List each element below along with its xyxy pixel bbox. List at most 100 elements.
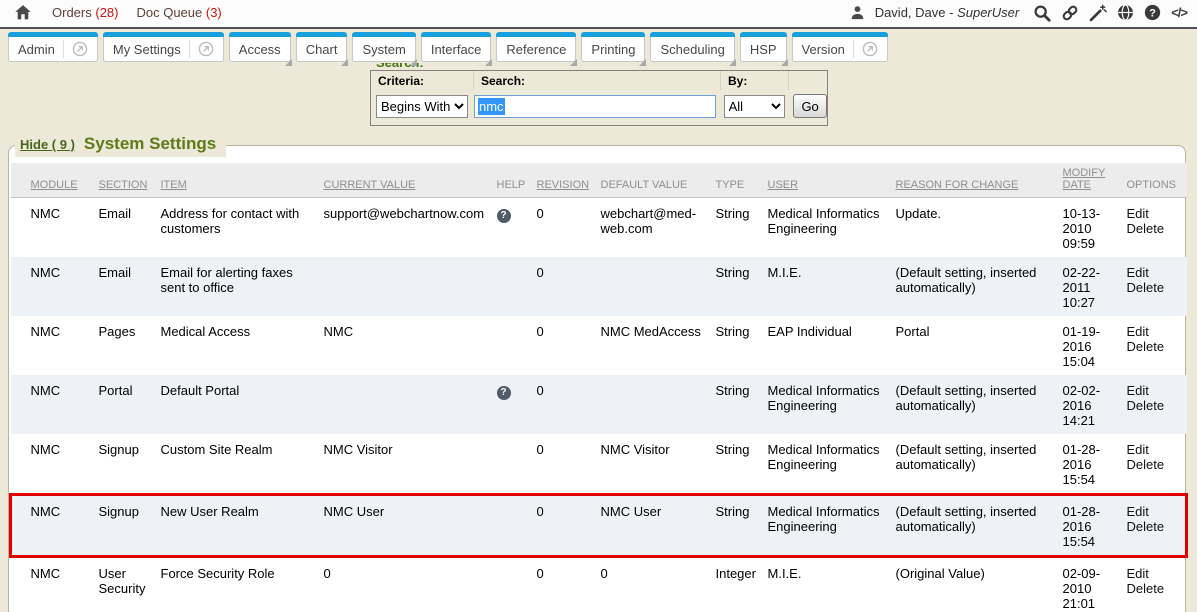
search-input-value: nmc (478, 98, 505, 115)
help-question-icon[interactable]: ? (497, 209, 511, 223)
criteria-select[interactable]: Begins With (376, 95, 468, 118)
cell-section: Email (99, 257, 161, 316)
delete-link[interactable]: Delete (1127, 221, 1177, 236)
col-modify-date[interactable]: MODIFY DATE (1063, 163, 1127, 198)
search-controls: Begins With nmc All Go (371, 90, 827, 125)
table-row-highlighted: NMC Signup New User Realm NMC User 0 NMC… (11, 495, 1187, 557)
help-question-icon[interactable]: ? (497, 386, 511, 400)
cell-type: String (716, 495, 768, 557)
col-module[interactable]: MODULE (31, 163, 99, 198)
home-icon[interactable] (14, 4, 32, 21)
cell-user: EAP Individual (768, 316, 896, 375)
help-icon[interactable]: ? (1144, 4, 1161, 21)
tab-admin[interactable]: Admin (8, 32, 98, 62)
table-header-row: MODULE SECTION ITEM CURRENT VALUE HELP R… (11, 163, 1187, 198)
edit-link[interactable]: Edit (1127, 265, 1177, 280)
by-select[interactable]: All (724, 95, 786, 118)
search-box-header: Criteria: Search: By: (371, 71, 827, 90)
globe-icon[interactable] (1117, 4, 1134, 21)
menu-corner-icon (781, 59, 788, 66)
cell-current-value: NMC User (324, 495, 497, 557)
col-default-value: DEFAULT VALUE (601, 163, 716, 198)
delete-link[interactable]: Delete (1127, 339, 1177, 354)
cell-modify-date: 02-02-2016 14:21 (1063, 375, 1127, 434)
delete-link[interactable]: Delete (1127, 519, 1176, 534)
delete-link[interactable]: Delete (1127, 457, 1177, 472)
tab-printing-label: Printing (591, 42, 635, 57)
edit-link[interactable]: Edit (1127, 566, 1177, 581)
cell-revision: 0 (537, 257, 601, 316)
cell-current-value (324, 257, 497, 316)
col-help: HELP (497, 163, 537, 198)
col-revision[interactable]: REVISION (537, 163, 601, 198)
nav-orders-count: (28) (95, 5, 118, 20)
tab-scheduling[interactable]: Scheduling (650, 32, 734, 62)
hide-link[interactable]: Hide ( 9 ) (20, 137, 75, 152)
cell-reason: (Default setting, inserted automatically… (896, 495, 1063, 557)
external-link-icon[interactable] (63, 40, 88, 58)
cell-section: Email (99, 198, 161, 258)
cell-user: Medical Informatics Engineering (768, 495, 896, 557)
cell-reason: Portal (896, 316, 1063, 375)
cell-current-value: NMC Visitor (324, 434, 497, 495)
tab-version[interactable]: Version (792, 32, 888, 62)
col-reason[interactable]: REASON FOR CHANGE (896, 163, 1063, 198)
external-link-icon[interactable] (853, 40, 878, 58)
tab-hsp[interactable]: HSP (740, 32, 787, 62)
cell-default-value: NMC Visitor (601, 434, 716, 495)
col-current-value[interactable]: CURRENT VALUE (324, 163, 497, 198)
edit-link[interactable]: Edit (1127, 442, 1177, 457)
criteria-label: Criteria: (371, 71, 474, 90)
edit-link[interactable]: Edit (1127, 504, 1176, 519)
cell-item: Default Portal (161, 375, 324, 434)
delete-link[interactable]: Delete (1127, 280, 1177, 295)
current-user[interactable]: David, Dave - SuperUser (875, 5, 1020, 20)
edit-link[interactable]: Edit (1127, 206, 1177, 221)
col-user[interactable]: USER (768, 163, 896, 198)
spacer-column (11, 163, 31, 198)
cell-revision: 0 (537, 495, 601, 557)
external-link-icon[interactable] (189, 40, 214, 58)
tab-chart[interactable]: Chart (296, 32, 348, 62)
cell-module: NMC (31, 495, 99, 557)
cell-modify-date: 10-13-2010 09:59 (1063, 198, 1127, 258)
menu-corner-icon (639, 59, 646, 66)
tab-printing[interactable]: Printing (581, 32, 645, 62)
wand-icon[interactable] (1089, 4, 1107, 22)
code-icon[interactable]: </> (1171, 5, 1187, 20)
settings-table: MODULE SECTION ITEM CURRENT VALUE HELP R… (9, 163, 1188, 612)
cell-revision: 0 (537, 557, 601, 612)
cell-module: NMC (31, 257, 99, 316)
col-section[interactable]: SECTION (99, 163, 161, 198)
nav-doc-queue-link[interactable]: Doc Queue (3) (136, 5, 221, 20)
col-options: OPTIONS (1127, 163, 1187, 198)
table-row: NMC User Security Force Security Role 0 … (11, 557, 1187, 612)
tab-my-settings[interactable]: My Settings (103, 32, 224, 62)
edit-link[interactable]: Edit (1127, 383, 1177, 398)
go-button[interactable]: Go (793, 94, 827, 118)
cell-section: Signup (99, 495, 161, 557)
delete-link[interactable]: Delete (1127, 398, 1177, 413)
delete-link[interactable]: Delete (1127, 581, 1177, 596)
tab-hsp-label: HSP (750, 42, 777, 57)
nav-orders-link[interactable]: Orders (28) (52, 5, 118, 20)
cell-modify-date: 01-28-2016 15:54 (1063, 495, 1127, 557)
col-item[interactable]: ITEM (161, 163, 324, 198)
tab-reference[interactable]: Reference (496, 32, 576, 62)
cell-reason: (Default setting, inserted automatically… (896, 375, 1063, 434)
tab-access[interactable]: Access (229, 32, 291, 62)
tab-interface[interactable]: Interface (421, 32, 492, 62)
tab-system[interactable]: System (352, 32, 415, 62)
search-icon[interactable] (1033, 4, 1051, 22)
cell-section: Portal (99, 375, 161, 434)
top-nav: Orders (28) Doc Queue (3) (52, 5, 222, 20)
cell-item: Email for alerting faxes sent to office (161, 257, 324, 316)
edit-link[interactable]: Edit (1127, 324, 1177, 339)
search-input[interactable]: nmc (474, 95, 716, 118)
cell-user: M.I.E. (768, 557, 896, 612)
tab-access-label: Access (239, 42, 281, 57)
cell-type: String (716, 198, 768, 258)
user-name: David, Dave - (875, 5, 954, 20)
link-icon[interactable] (1061, 4, 1079, 22)
table-row: NMC Pages Medical Access NMC 0 NMC MedAc… (11, 316, 1187, 375)
